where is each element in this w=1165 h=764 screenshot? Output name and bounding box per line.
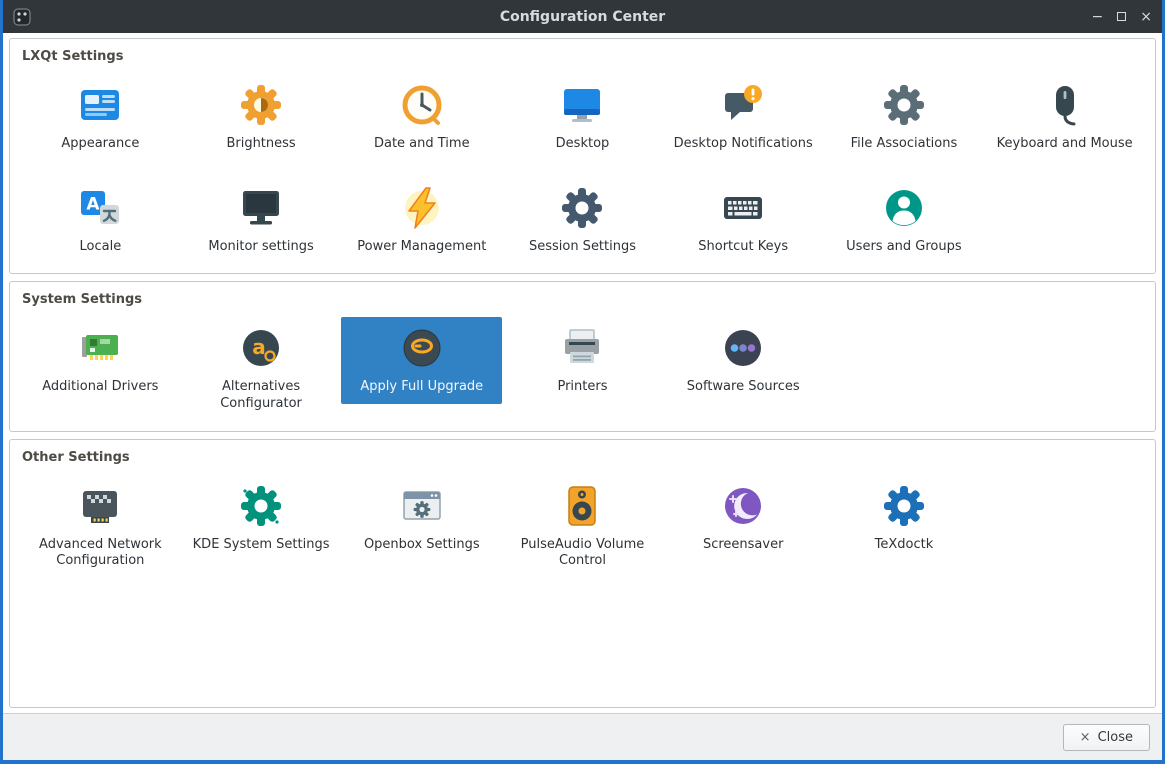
texdoctk-icon	[883, 485, 924, 526]
launcher-label: Locale	[79, 238, 122, 254]
minimize-button[interactable]: −	[1092, 10, 1104, 24]
launcher-label: Screensaver	[702, 536, 784, 552]
launcher-label: Date and Time	[373, 136, 470, 151]
launcher-label: Software Sources	[686, 379, 800, 395]
svg-text:A: A	[87, 194, 101, 214]
launcher-keyboard-and-mouse[interactable]: Keyboard and Mouse	[984, 74, 1145, 161]
launcher-label: Advanced Network Configuration	[39, 536, 162, 569]
locale-icon: A	[81, 190, 120, 224]
launcher-desktop[interactable]: Desktop	[502, 74, 663, 161]
screensaver-icon	[725, 487, 762, 524]
date-time-icon	[402, 85, 442, 125]
app-icon	[13, 8, 31, 25]
group-lxqt-settings: LXQt Settings Appearance Brightness Date…	[9, 38, 1156, 275]
titlebar[interactable]: Configuration Center − ×	[3, 0, 1162, 33]
appearance-icon	[81, 90, 120, 120]
brightness-icon	[241, 85, 282, 125]
configuration-center-window: Configuration Center − × LXQt Settings A…	[0, 0, 1165, 764]
group-system-settings: System Settings Additional Drivers a Alt…	[9, 281, 1156, 432]
desktop-icon	[564, 89, 601, 122]
maximize-button[interactable]	[1117, 12, 1127, 21]
lxqt-settings-grid: Appearance Brightness Date and Time Desk…	[20, 74, 1145, 263]
footer-bar: × Close	[3, 713, 1162, 760]
monitor-settings-icon	[243, 190, 280, 225]
launcher-label: PulseAudio Volume Control	[520, 536, 645, 569]
close-button[interactable]: × Close	[1062, 723, 1150, 751]
close-icon: ×	[1079, 729, 1091, 745]
launcher-apply-full-upgrade[interactable]: Apply Full Upgrade	[341, 317, 503, 404]
launcher-label: Printers	[557, 379, 608, 395]
launcher-label: Keyboard and Mouse	[996, 136, 1133, 151]
group-other-settings: Other Settings Advanced Network Configur…	[9, 438, 1156, 708]
advanced-network-configuration-icon	[83, 490, 118, 523]
launcher-alternatives-configurator[interactable]: a Alternatives Configurator	[181, 317, 342, 420]
group-title: System Settings	[22, 292, 143, 308]
launcher-texdoctk[interactable]: TeXdoctk	[824, 475, 985, 562]
file-associations-icon	[883, 85, 924, 125]
launcher-date-and-time[interactable]: Date and Time	[341, 74, 502, 161]
launcher-brightness[interactable]: Brightness	[181, 74, 342, 161]
shortcut-keys-icon	[724, 196, 763, 219]
launcher-locale[interactable]: A Locale	[20, 177, 181, 264]
launcher-monitor-settings[interactable]: Monitor settings	[181, 177, 342, 264]
session-settings-icon	[562, 187, 603, 228]
pulseaudio-volume-control-icon	[568, 485, 597, 526]
launcher-users-and-groups[interactable]: Users and Groups	[824, 177, 985, 264]
launcher-kde-system-settings[interactable]: KDE System Settings	[181, 475, 342, 562]
launcher-label: Desktop	[555, 136, 610, 151]
close-button-label: Close	[1097, 729, 1133, 745]
launcher-label: TeXdoctk	[874, 536, 934, 552]
launcher-label: Apply Full Upgrade	[360, 379, 484, 395]
launcher-session-settings[interactable]: Session Settings	[502, 177, 663, 264]
launcher-label: Monitor settings	[208, 238, 314, 254]
window-title: Configuration Center	[499, 8, 666, 25]
launcher-pulseaudio-volume-control[interactable]: PulseAudio Volume Control	[502, 475, 663, 578]
launcher-desktop-notifications[interactable]: Desktop Notifications	[663, 74, 824, 161]
kde-system-settings-icon	[241, 485, 282, 526]
openbox-settings-icon	[403, 490, 441, 520]
launcher-advanced-network-configuration[interactable]: Advanced Network Configuration	[20, 475, 181, 578]
launcher-shortcut-keys[interactable]: Shortcut Keys	[663, 177, 824, 264]
launcher-power-management[interactable]: Power Management	[341, 177, 502, 264]
launcher-label: Users and Groups	[846, 238, 962, 254]
content-area: LXQt Settings Appearance Brightness Date…	[3, 33, 1162, 713]
launcher-openbox-settings[interactable]: Openbox Settings	[341, 475, 502, 562]
apply-full-upgrade-icon	[403, 329, 441, 367]
launcher-file-associations[interactable]: File Associations	[824, 74, 985, 161]
launcher-label: File Associations	[850, 136, 958, 151]
launcher-additional-drivers[interactable]: Additional Drivers	[20, 317, 181, 404]
desktop-notifications-icon	[725, 85, 763, 120]
launcher-label: Power Management	[357, 238, 487, 254]
launcher-label: Brightness	[226, 136, 296, 151]
launcher-label: KDE System Settings	[192, 536, 330, 552]
additional-drivers-icon	[82, 335, 119, 361]
launcher-label: Session Settings	[528, 238, 637, 254]
group-title: LXQt Settings	[22, 49, 124, 64]
close-window-button[interactable]: ×	[1140, 10, 1152, 24]
launcher-software-sources[interactable]: Software Sources	[663, 317, 824, 404]
launcher-printers[interactable]: Printers	[502, 317, 663, 404]
launcher-label: Appearance	[61, 136, 140, 151]
launcher-screensaver[interactable]: Screensaver	[663, 475, 824, 562]
svg-text:a: a	[252, 335, 266, 359]
power-management-icon	[404, 186, 439, 229]
users-groups-icon	[885, 189, 922, 226]
software-sources-icon	[725, 330, 762, 367]
alternatives-configurator-icon: a	[243, 330, 280, 367]
launcher-appearance[interactable]: Appearance	[20, 74, 181, 161]
group-title: Other Settings	[22, 449, 130, 465]
launcher-label: Desktop Notifications	[673, 136, 813, 151]
launcher-label: Shortcut Keys	[698, 238, 789, 254]
launcher-label: Openbox Settings	[363, 536, 480, 552]
other-settings-grid: Advanced Network Configuration KDE Syste…	[20, 475, 1145, 578]
system-settings-grid: Additional Drivers a Alternatives Config…	[20, 317, 1145, 420]
printers-icon	[565, 329, 600, 364]
launcher-label: Additional Drivers	[42, 379, 159, 395]
keyboard-mouse-icon	[1055, 86, 1076, 126]
maximize-icon	[1117, 12, 1127, 21]
launcher-label: Alternatives Configurator	[220, 379, 302, 411]
